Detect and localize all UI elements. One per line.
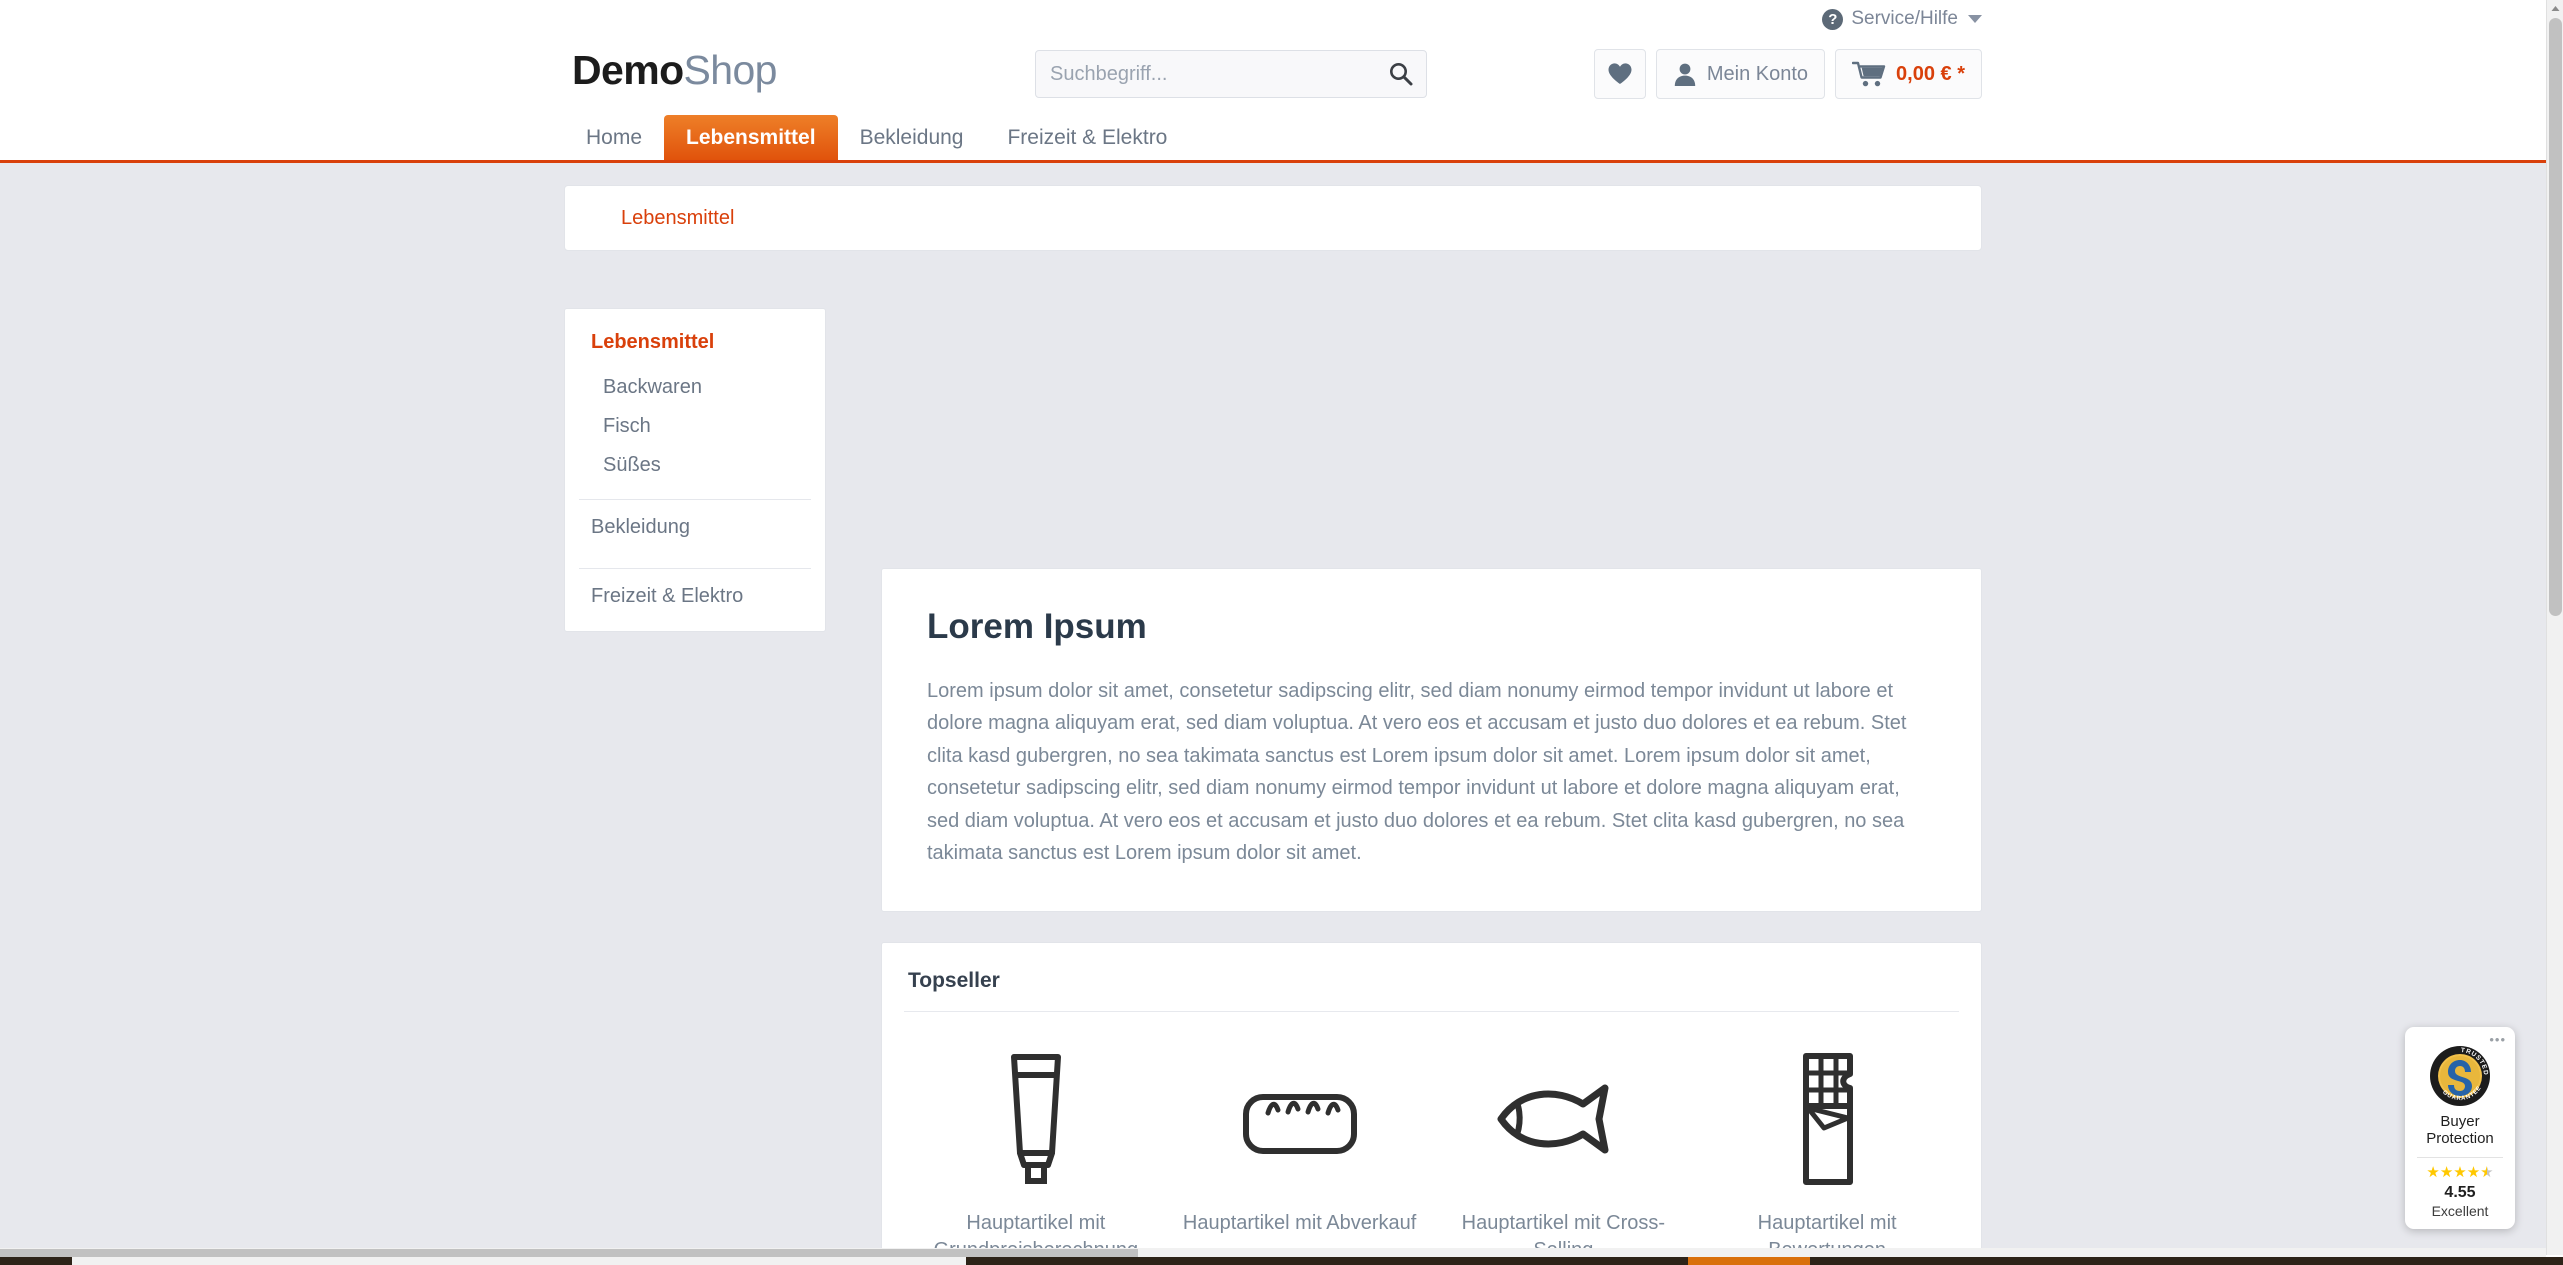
page-title: Lorem Ipsum: [927, 607, 1147, 646]
my-account-label: Mein Konto: [1706, 62, 1809, 85]
question-circle-icon: ?: [1822, 8, 1844, 30]
scroll-up-arrow-icon[interactable]: [2547, 0, 2563, 17]
rating-stars: ★★★★★: [2413, 1165, 2507, 1180]
cart-button[interactable]: 0,00 € *: [1835, 49, 1982, 99]
product-name: Hauptartikel mit Abverkauf: [1182, 1212, 1417, 1235]
nav-list: Home Lebensmittel Bekleidung Freizeit & …: [564, 115, 1982, 161]
main-navigation: Home Lebensmittel Bekleidung Freizeit & …: [0, 115, 2546, 161]
product-card[interactable]: Hauptartikel mit Grundpreisberechnung In…: [904, 1020, 1168, 1265]
header-actions: Mein Konto 0,00 € *: [1593, 49, 1982, 99]
taskbar-segment: [72, 1257, 966, 1265]
logo-text-light: Shop: [683, 47, 778, 93]
sidebar-item-fisch[interactable]: Fisch: [565, 407, 825, 446]
chocolate-bar-icon: [1803, 1053, 1854, 1186]
fish-icon: [1497, 1084, 1609, 1154]
topseller-card: Topseller Hauptartikel mit Hauptartikel …: [881, 942, 1982, 1265]
taskbar: [0, 1257, 2563, 1265]
service-help-menu[interactable]: ? Service/Hilfe: [1822, 8, 1982, 30]
sidebar-item-freizeit-elektro[interactable]: Freizeit & Elektro: [565, 569, 825, 623]
topseller-rule: [904, 1011, 1959, 1013]
my-account-button[interactable]: Mein Konto: [1655, 49, 1826, 99]
trusted-shops-title: Buyer Protection: [2413, 1113, 2507, 1148]
heart-icon: [1608, 63, 1632, 84]
horizontal-scrollbar-thumb[interactable]: [0, 1249, 1138, 1257]
main-column: Lorem Ipsum Lorem ipsum dolor sit amet, …: [826, 251, 1982, 1265]
product-image: [1241, 1044, 1359, 1194]
category-description: Lorem ipsum dolor sit amet, consetetur s…: [927, 680, 1907, 864]
rating-label: Excellent: [2431, 1203, 2489, 1219]
search-icon: [1390, 63, 1413, 86]
rating-stars-full: ★★★★: [2426, 1164, 2481, 1181]
product-image: [1002, 1044, 1070, 1194]
chevron-down-icon: [1968, 15, 1982, 23]
rating-star-half: ★: [2480, 1164, 2494, 1181]
more-options-icon[interactable]: •••: [2489, 1032, 2506, 1047]
trusted-shops-seal-icon: TRUSTED SHOPS GUARANTEE: [2429, 1045, 2490, 1106]
trusted-shops-badge[interactable]: ••• TRUSTED SHOPS GUARANTEE Buyer Protec…: [2405, 1026, 2515, 1229]
sidebar-item-suesses[interactable]: Süßes: [565, 446, 825, 485]
nav-item-home[interactable]: Home: [564, 115, 664, 161]
category-sidebar: Lebensmittel Backwaren Fisch Süßes Bekle…: [564, 308, 826, 632]
product-image: [1792, 1044, 1862, 1194]
product-list: Hauptartikel mit Grundpreisberechnung In…: [904, 1020, 1959, 1265]
vertical-scrollbar[interactable]: [2546, 0, 2563, 1255]
wishlist-button[interactable]: [1593, 49, 1646, 99]
nav-item-bekleidung[interactable]: Bekleidung: [838, 115, 986, 161]
vertical-scrollbar-thumb[interactable]: [2549, 18, 2562, 616]
tube-icon: [1010, 1054, 1061, 1185]
user-icon: [1674, 63, 1696, 86]
product-card[interactable]: Hauptartikel mit Abverkauf Inhalt 1 Stüc…: [1168, 1020, 1432, 1265]
search-button[interactable]: [1376, 51, 1426, 97]
sidebar-item-bekleidung[interactable]: Bekleidung: [565, 500, 825, 554]
sidebar-column: Lebensmittel Backwaren Fisch Süßes Bekle…: [564, 251, 826, 1265]
rating-score: 4.55: [2444, 1184, 2476, 1201]
breadcrumb: Lebensmittel: [564, 185, 1982, 251]
bread-icon: [1242, 1094, 1357, 1155]
nav-item-freizeit-elektro[interactable]: Freizeit & Elektro: [985, 115, 1189, 161]
topseller-heading: Topseller: [908, 969, 1000, 993]
service-help-label: Service/Hilfe: [1851, 8, 1958, 29]
nav-item-lebensmittel[interactable]: Lebensmittel: [664, 115, 838, 161]
browser-viewport: ? Service/Hilfe DemoShop Suchbegriff... …: [0, 0, 2563, 1265]
trusted-shops-title-line1: Buyer: [2440, 1112, 2480, 1130]
breadcrumb-item-lebensmittel[interactable]: Lebensmittel: [621, 207, 734, 230]
search-input[interactable]: [1036, 62, 1376, 86]
product-card[interactable]: Hauptartikel mit Bewertungen Inhalt 250 …: [1695, 1020, 1959, 1265]
site-logo[interactable]: DemoShop: [572, 47, 777, 94]
page-body: Lebensmittel Lebensmittel Backwaren Fisc…: [0, 163, 2546, 1265]
horizontal-scrollbar[interactable]: [0, 1248, 2546, 1257]
trusted-shops-title-line2: Protection: [2426, 1130, 2494, 1148]
product-image: [1495, 1044, 1631, 1194]
product-card[interactable]: Hauptartikel mit Cross-Selling Inhalt 50…: [1432, 1020, 1696, 1265]
logo-text-bold: Demo: [572, 47, 684, 93]
sidebar-item-backwaren[interactable]: Backwaren: [565, 368, 825, 407]
search-box[interactable]: [1035, 50, 1427, 98]
cart-amount-label: 0,00 € *: [1896, 62, 1965, 85]
trusted-shops-divider: [2417, 1157, 2503, 1158]
taskbar-active-segment: [1688, 1257, 1810, 1265]
sidebar-item-lebensmittel[interactable]: Lebensmittel: [565, 315, 825, 368]
category-text-card: Lorem Ipsum Lorem ipsum dolor sit amet, …: [881, 568, 1982, 913]
shopping-cart-icon: [1852, 61, 1886, 86]
